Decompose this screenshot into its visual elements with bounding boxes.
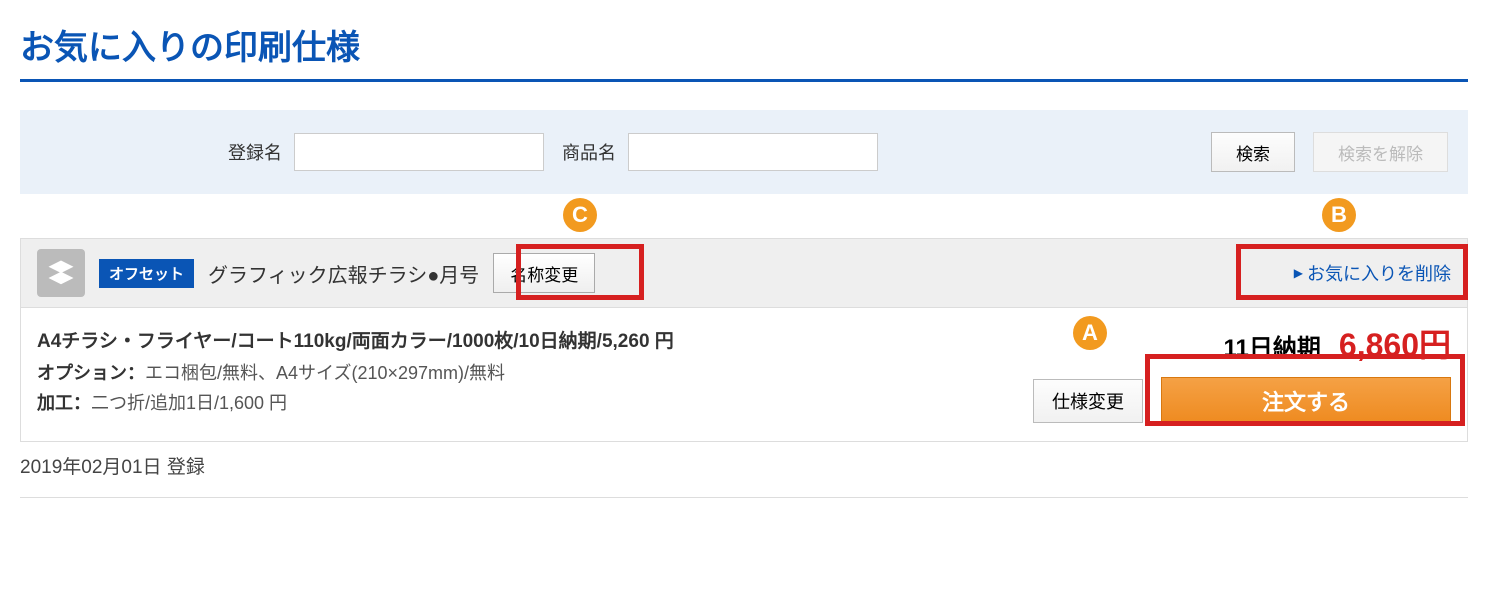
- search-button[interactable]: 検索: [1211, 132, 1295, 172]
- clear-search-button[interactable]: 検索を解除: [1313, 132, 1448, 172]
- footer-divider: [20, 497, 1468, 498]
- arrow-right-icon: ▶: [1294, 266, 1303, 280]
- price-row: 11日納期 6,860円: [1224, 320, 1451, 366]
- callout-c: C: [563, 198, 597, 232]
- callout-b: B: [1322, 198, 1356, 232]
- search-name-input[interactable]: [294, 133, 544, 171]
- rename-button[interactable]: 名称変更: [493, 253, 595, 293]
- processing-value: 二つ折/追加1日/1,600 円: [91, 393, 287, 413]
- price-text: 6,860円: [1339, 320, 1451, 366]
- favorite-item-name: グラフィック広報チラシ●月号: [208, 259, 479, 288]
- search-name-label: 登録名: [228, 139, 282, 165]
- registered-date: 2019年02月01日 登録: [20, 452, 1468, 479]
- search-product-group: 商品名: [562, 133, 878, 171]
- offset-badge: オフセット: [99, 259, 194, 288]
- callout-a: A: [1073, 316, 1107, 350]
- search-product-label: 商品名: [562, 139, 616, 165]
- item-header: オフセット グラフィック広報チラシ●月号 名称変更 ▶ お気に入りを削除: [21, 239, 1467, 308]
- actions-row: 仕様変更 注文する: [1033, 377, 1451, 425]
- item-body: A4チラシ・フライヤー/コート110kg/両面カラー/1000枚/10日納期/5…: [21, 308, 1467, 441]
- spec-change-button[interactable]: 仕様変更: [1033, 379, 1143, 423]
- option-label: オプション：: [37, 363, 145, 383]
- delivery-text: 11日納期: [1224, 328, 1321, 363]
- search-name-group: 登録名: [228, 133, 544, 171]
- page-title: お気に入りの印刷仕様: [20, 20, 1468, 82]
- stack-icon: [37, 249, 85, 297]
- delete-favorite-label: お気に入りを削除: [1307, 260, 1451, 286]
- search-product-input[interactable]: [628, 133, 878, 171]
- search-panel: 登録名 商品名 検索 検索を解除: [20, 110, 1468, 194]
- option-value: エコ梱包/無料、A4サイズ(210×297mm)/無料: [145, 363, 505, 383]
- order-button[interactable]: 注文する: [1161, 377, 1451, 425]
- delete-favorite-link[interactable]: ▶ お気に入りを削除: [1294, 260, 1451, 286]
- processing-label: 加工：: [37, 393, 91, 413]
- favorite-item-card: オフセット グラフィック広報チラシ●月号 名称変更 ▶ お気に入りを削除 A4チ…: [20, 238, 1468, 442]
